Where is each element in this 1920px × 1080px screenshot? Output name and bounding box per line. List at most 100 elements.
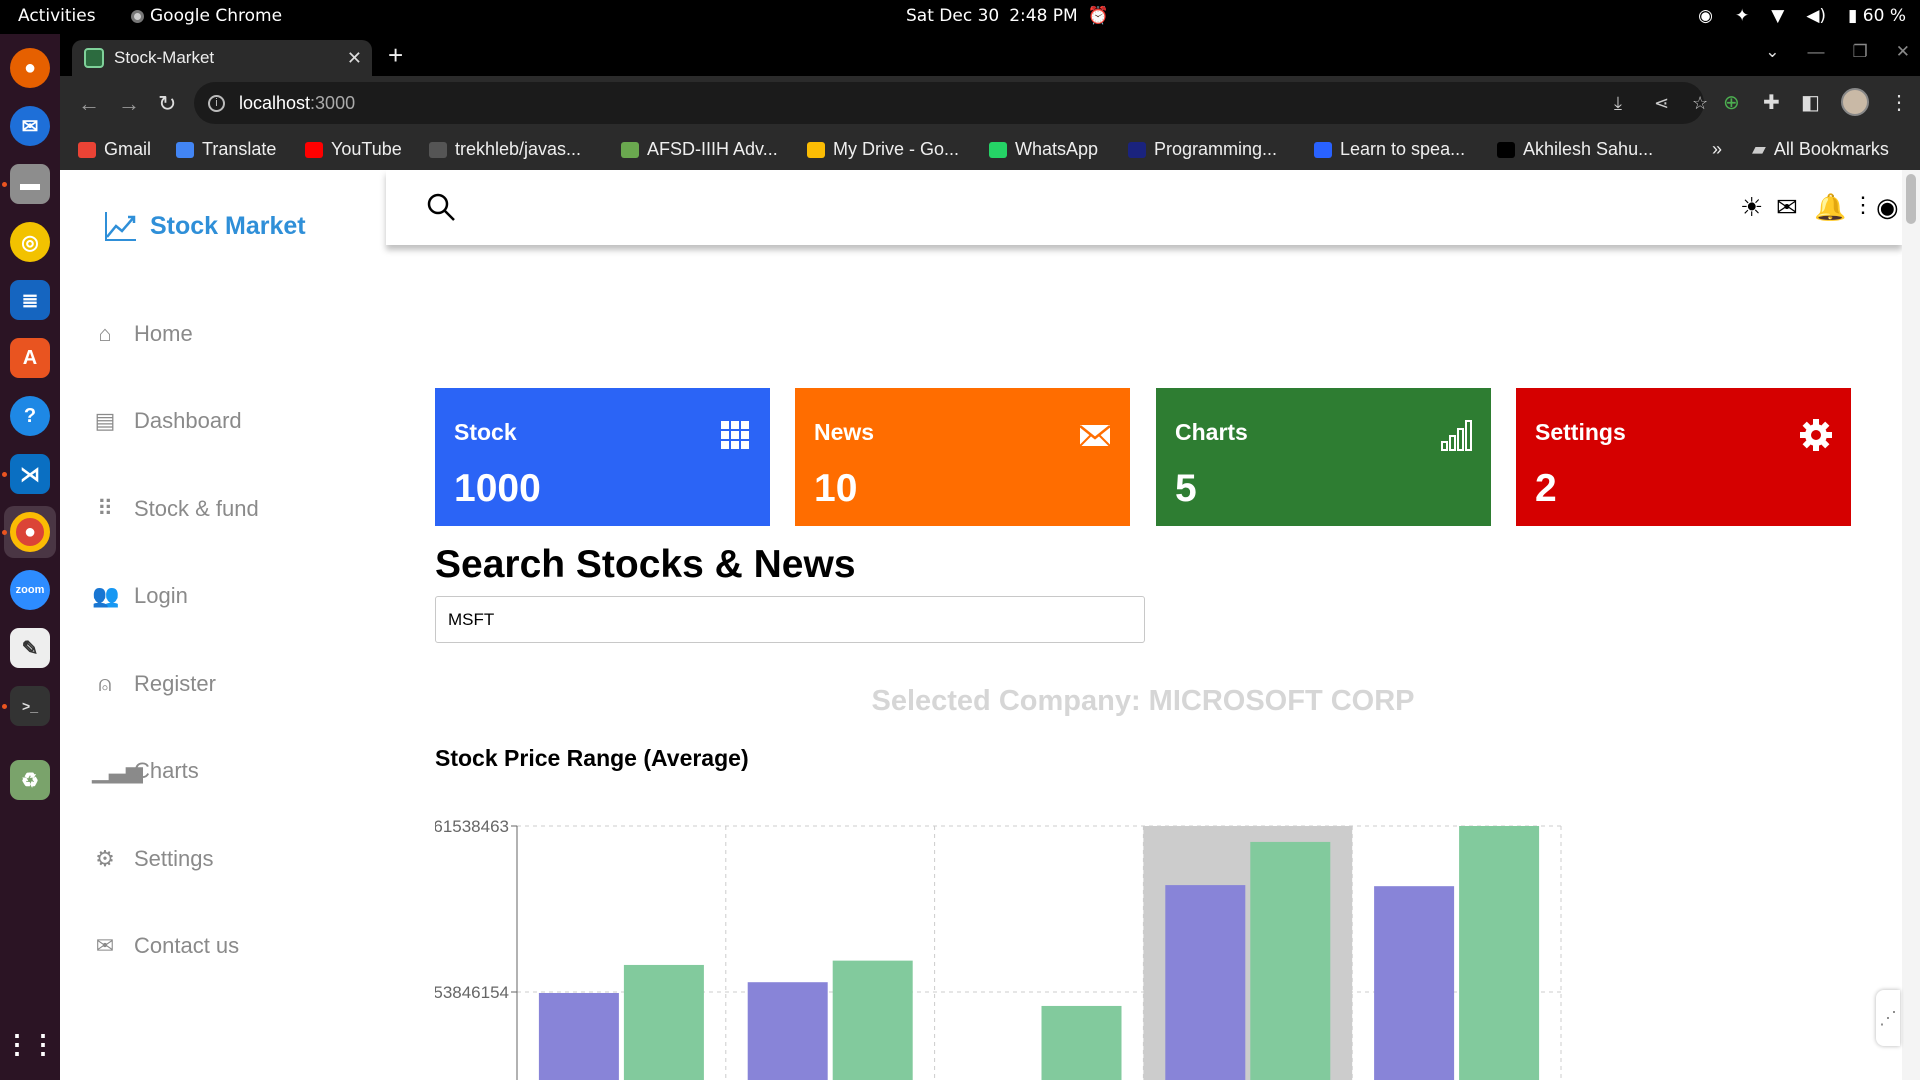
sidebar-item-register[interactable]: ⍝ Register [92,671,216,697]
y-tick-label: 61538463 [435,817,509,836]
chart-bar [1250,841,1331,1080]
tab-search-icon[interactable]: ⌄ [1765,42,1779,62]
side-panel-icon[interactable]: ◧ [1801,90,1820,115]
charts-card[interactable]: Charts 5 [1156,388,1491,526]
share-icon[interactable]: ⋖ [1654,93,1669,114]
sidebar-item-label: Login [134,583,188,608]
scrollbar-track[interactable] [1902,170,1920,1080]
card-value: 1000 [454,467,541,510]
bookmark-youtube[interactable]: YouTube [305,139,402,160]
sidebar-item-charts[interactable]: ▁▃▅ Charts [92,758,199,784]
files-icon[interactable]: ▬ [10,164,50,204]
sidebar-item-home[interactable]: ⌂ Home [92,321,192,347]
grid-icon: ⠿ [96,496,114,521]
site-info-icon[interactable]: i [208,94,225,112]
writer-icon[interactable]: ≣ [10,280,50,320]
stock-card[interactable]: Stock 1000 [435,388,770,526]
more-bookmarks-button[interactable]: » [1712,139,1722,160]
stock-search-input[interactable] [435,596,1145,643]
chrome-dock-icon[interactable]: ● [10,512,50,552]
scrollbar-thumb[interactable] [1906,174,1916,224]
notifications-icon[interactable]: 🔔 [1814,192,1846,223]
thunderbird-icon[interactable]: ✉ [10,106,50,146]
bookmark-whatsapp[interactable]: WhatsApp [989,139,1098,160]
trash-icon[interactable]: ♻ [10,760,50,800]
os-top-bar: Activities Google Chrome Sat Dec 30 2:48… [0,0,1920,34]
messages-icon[interactable]: ✉ [1776,192,1798,223]
theme-toggle-icon[interactable]: ☀ [1740,192,1763,223]
sidebar: Stock Market ⌂ Home ▤ Dashboard ⠿ Stock … [60,170,385,1080]
search-icon[interactable] [426,192,456,222]
close-window-icon[interactable]: ✕ [1896,42,1910,62]
settings-card[interactable]: Settings 2 [1516,388,1851,526]
text-editor-icon[interactable]: ✎ [10,628,50,668]
extensions-puzzle-icon[interactable]: ✚ [1763,90,1780,115]
app-header: ☀ ✉ 🔔 ⋮ ◉ [386,170,1902,245]
sidebar-item-label: Settings [134,846,214,871]
stock-price-chart[interactable]: 53846154 61538463 [435,780,1875,1080]
tab-stock-market[interactable]: Stock-Market ✕ [72,40,372,76]
close-tab-icon[interactable]: ✕ [347,48,362,69]
sidebar-item-contact[interactable]: ✉ Contact us [92,933,239,959]
terminal-icon[interactable]: >_ [10,686,50,726]
browser-toolbar: ← → ↻ i localhost :3000 ⤓ ⋖ ☆ ⊕ ✚ ◧ ⋮ [60,76,1920,130]
sidebar-item-settings[interactable]: ⚙ Settings [92,846,214,872]
card-label: News [814,419,875,445]
x-icon [1497,141,1515,158]
software-center-icon[interactable]: A [10,338,50,378]
reload-icon[interactable]: ↻ [158,91,176,117]
sidebar-item-stock-fund[interactable]: ⠿ Stock & fund [92,496,259,522]
address-bar[interactable]: i localhost :3000 ⤓ ⋖ ☆ [194,82,1708,124]
activities-button[interactable]: Activities [18,6,96,26]
user-lock-icon: ⍝ [98,671,112,696]
vscode-icon[interactable]: ⋊ [10,454,50,494]
bookmark-star-icon[interactable]: ☆ [1692,93,1708,114]
brand[interactable]: Stock Market [104,210,306,242]
github-icon [429,141,447,158]
account-icon[interactable]: ◉ [1876,192,1899,223]
side-panel-handle-icon[interactable]: ⋰ [1876,990,1900,1046]
bookmark-afsd[interactable]: AFSD-IIIH Adv... [621,139,778,160]
bookmark-learn[interactable]: Learn to spea... [1314,139,1465,160]
bookmark-programming[interactable]: Programming... [1128,139,1277,160]
bookmark-gmail[interactable]: Gmail [78,139,151,160]
app-grid-icon[interactable]: ⋮⋮ [4,1024,56,1064]
bookmark-x[interactable]: Akhilesh Sahu... [1497,139,1653,160]
extension-plus-icon[interactable]: ⊕ [1723,90,1740,115]
more-options-icon[interactable]: ⋮ [1852,192,1874,218]
all-bookmarks-button[interactable]: ▰ All Bookmarks [1752,139,1889,160]
bookmark-drive[interactable]: My Drive - Go... [807,139,959,160]
card-value: 10 [814,467,858,510]
maximize-icon[interactable]: ❐ [1853,42,1868,62]
running-indicator [2,182,7,187]
dock: ● ✉ ▬ ◎ ≣ A ? ⋊ ● zoom ✎ >_ ♻ ⋮⋮ [0,34,60,1080]
news-card[interactable]: News 10 [795,388,1130,526]
sidebar-item-dashboard[interactable]: ▤ Dashboard [92,408,242,434]
archive-icon: ▤ [94,408,116,433]
youtube-icon [305,141,323,158]
system-tray[interactable]: ◉ ✦ ▼ ◀) ▮ 60 % [1698,6,1906,26]
chart-bar [1165,885,1246,1080]
card-label: Charts [1175,419,1248,445]
chart-bar [623,964,704,1080]
new-tab-icon[interactable]: + [388,40,403,71]
whatsapp-icon [989,141,1007,158]
install-app-icon[interactable]: ⤓ [1614,93,1622,114]
zoom-icon[interactable]: zoom [10,570,50,610]
bookmark-github[interactable]: trekhleb/javas... [429,139,581,160]
bookmark-translate[interactable]: Translate [176,139,276,160]
clock[interactable]: Sat Dec 30 2:48 PM ⏰ [906,6,1109,26]
minimize-icon[interactable]: — [1808,42,1825,62]
wifi-icon: ▼ [1771,6,1785,26]
rhythmbox-icon[interactable]: ◎ [10,222,50,262]
sidebar-item-login[interactable]: 👥 Login [92,583,188,609]
help-icon[interactable]: ? [10,396,50,436]
profile-avatar[interactable] [1841,88,1869,116]
back-icon[interactable]: ← [78,91,100,117]
chart-bar [1459,826,1540,1080]
chrome-menu-icon[interactable]: ⋮ [1889,90,1909,115]
forward-icon[interactable]: → [118,91,140,117]
app-menu[interactable]: Google Chrome [131,6,282,26]
firefox-icon[interactable]: ● [10,48,50,88]
chrome-icon [131,9,144,23]
